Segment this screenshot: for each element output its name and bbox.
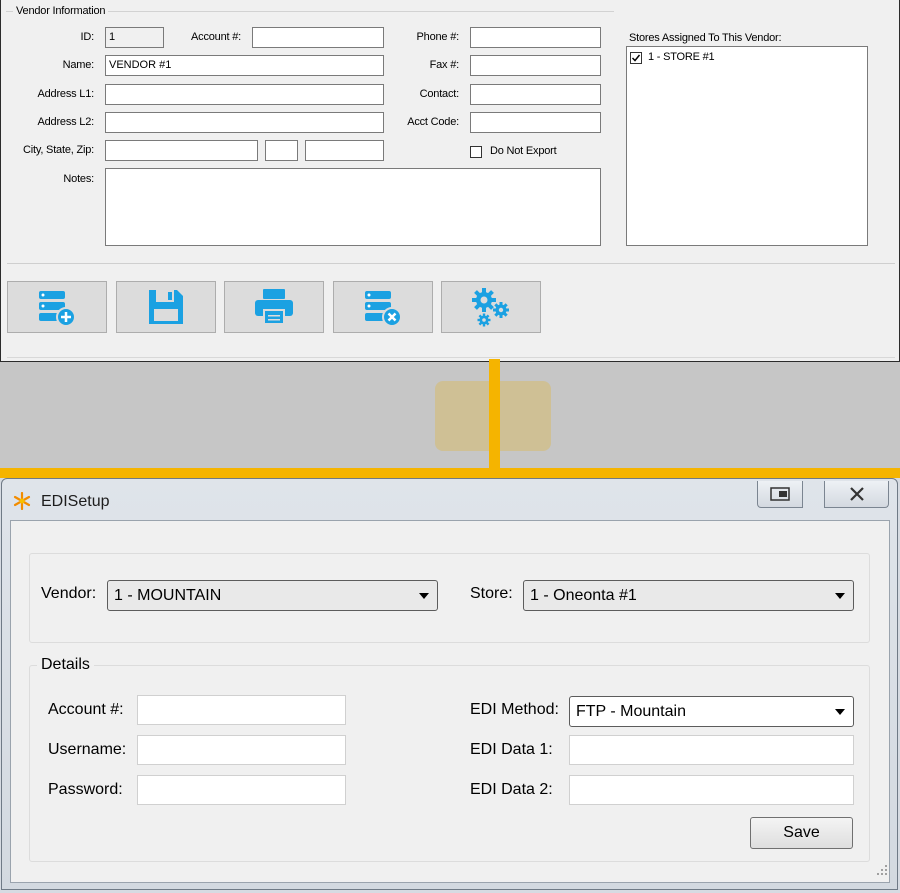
close-button[interactable] bbox=[824, 481, 889, 508]
edi-data1-input[interactable] bbox=[569, 735, 854, 765]
stores-list[interactable]: 1 - STORE #1 bbox=[626, 46, 868, 246]
list-item[interactable]: 1 - STORE #1 bbox=[629, 50, 865, 65]
contact-label: Contact: bbox=[419, 88, 460, 100]
notes-field[interactable] bbox=[105, 168, 601, 246]
chevron-down-icon bbox=[835, 593, 845, 599]
address1-label: Address L1: bbox=[37, 88, 94, 100]
notes-label: Notes: bbox=[63, 173, 94, 185]
settings-gears-icon bbox=[472, 288, 509, 327]
account-label: Account #: bbox=[48, 701, 124, 718]
account-label: Account #: bbox=[191, 31, 241, 43]
id-label: ID: bbox=[80, 31, 95, 43]
address2-label: Address L2: bbox=[37, 116, 94, 128]
contact-field[interactable] bbox=[470, 84, 601, 105]
do-not-export-label: Do Not Export bbox=[490, 145, 557, 157]
store-label: Store: bbox=[470, 585, 513, 602]
store-checkbox[interactable] bbox=[630, 52, 642, 64]
details-title: Details bbox=[37, 656, 94, 674]
edi-data1-label: EDI Data 1: bbox=[470, 741, 553, 758]
edi-method-label: EDI Method: bbox=[470, 701, 559, 718]
window-title: EDISetup bbox=[41, 493, 110, 510]
resize-grip-icon bbox=[877, 865, 887, 875]
app-icon bbox=[13, 491, 31, 511]
name-field[interactable]: VENDOR #1 bbox=[105, 55, 384, 76]
chevron-down-icon bbox=[835, 709, 845, 715]
vendor-label: Vendor: bbox=[41, 585, 97, 602]
edi-data2-label: EDI Data 2: bbox=[470, 781, 553, 798]
vendor-dropdown[interactable]: 1 - MOUNTAIN bbox=[107, 580, 438, 611]
vendor-selected-value: 1 - MOUNTAIN bbox=[114, 587, 222, 604]
store-dropdown[interactable]: 1 - Oneonta #1 bbox=[523, 580, 854, 611]
address2-field[interactable] bbox=[105, 112, 384, 133]
delete-record-button[interactable] bbox=[333, 281, 433, 333]
phone-label: Phone #: bbox=[416, 31, 460, 43]
vendor-information-title: Vendor Information bbox=[13, 5, 109, 17]
checkmark-icon bbox=[631, 54, 641, 62]
save-record-button[interactable] bbox=[116, 281, 216, 333]
name-label: Name: bbox=[62, 59, 95, 71]
restore-button[interactable] bbox=[757, 481, 803, 508]
separator bbox=[7, 263, 895, 264]
account-input[interactable] bbox=[137, 695, 346, 725]
phone-field[interactable] bbox=[470, 27, 601, 48]
edi-method-dropdown[interactable]: FTP - Mountain bbox=[569, 696, 854, 727]
acct-code-field[interactable] bbox=[470, 112, 601, 133]
do-not-export-checkbox[interactable] bbox=[470, 146, 482, 158]
highlight-connector-horizontal bbox=[0, 468, 900, 478]
print-icon bbox=[255, 289, 293, 325]
separator bbox=[7, 357, 895, 358]
resize-grip[interactable] bbox=[874, 862, 888, 876]
state-field[interactable] bbox=[265, 140, 298, 161]
restore-icon bbox=[770, 487, 790, 501]
fax-field[interactable] bbox=[470, 55, 601, 76]
zip-field[interactable] bbox=[305, 140, 384, 161]
settings-button[interactable] bbox=[441, 281, 541, 333]
add-record-button[interactable] bbox=[7, 281, 107, 333]
edi-method-selected-value: FTP - Mountain bbox=[576, 703, 686, 720]
username-input[interactable] bbox=[137, 735, 346, 765]
password-label: Password: bbox=[48, 781, 123, 798]
stores-assigned-label: Stores Assigned To This Vendor: bbox=[629, 32, 782, 44]
fax-label: Fax #: bbox=[429, 59, 460, 71]
close-icon bbox=[849, 487, 864, 501]
password-input[interactable] bbox=[137, 775, 346, 805]
id-field[interactable]: 1 bbox=[105, 27, 164, 48]
print-button[interactable] bbox=[224, 281, 324, 333]
city-field[interactable] bbox=[105, 140, 258, 161]
save-icon bbox=[149, 290, 183, 324]
address1-field[interactable] bbox=[105, 84, 384, 105]
acct-code-label: Acct Code: bbox=[407, 116, 459, 128]
store-item-label: 1 - STORE #1 bbox=[648, 51, 715, 63]
vendor-information-window: Vendor Information ID: 1 Account #: Phon… bbox=[0, 0, 900, 362]
store-selected-value: 1 - Oneonta #1 bbox=[530, 587, 637, 604]
chevron-down-icon bbox=[419, 593, 429, 599]
edi-data2-input[interactable] bbox=[569, 775, 854, 805]
highlight-connector-vertical bbox=[489, 359, 500, 469]
username-label: Username: bbox=[48, 741, 127, 758]
account-field[interactable] bbox=[252, 27, 384, 48]
delete-record-icon bbox=[365, 291, 402, 327]
add-record-icon bbox=[39, 291, 76, 327]
save-button[interactable]: Save bbox=[750, 817, 853, 849]
snowflake-app-icon bbox=[13, 491, 31, 511]
city-state-zip-label: City, State, Zip: bbox=[23, 144, 94, 156]
